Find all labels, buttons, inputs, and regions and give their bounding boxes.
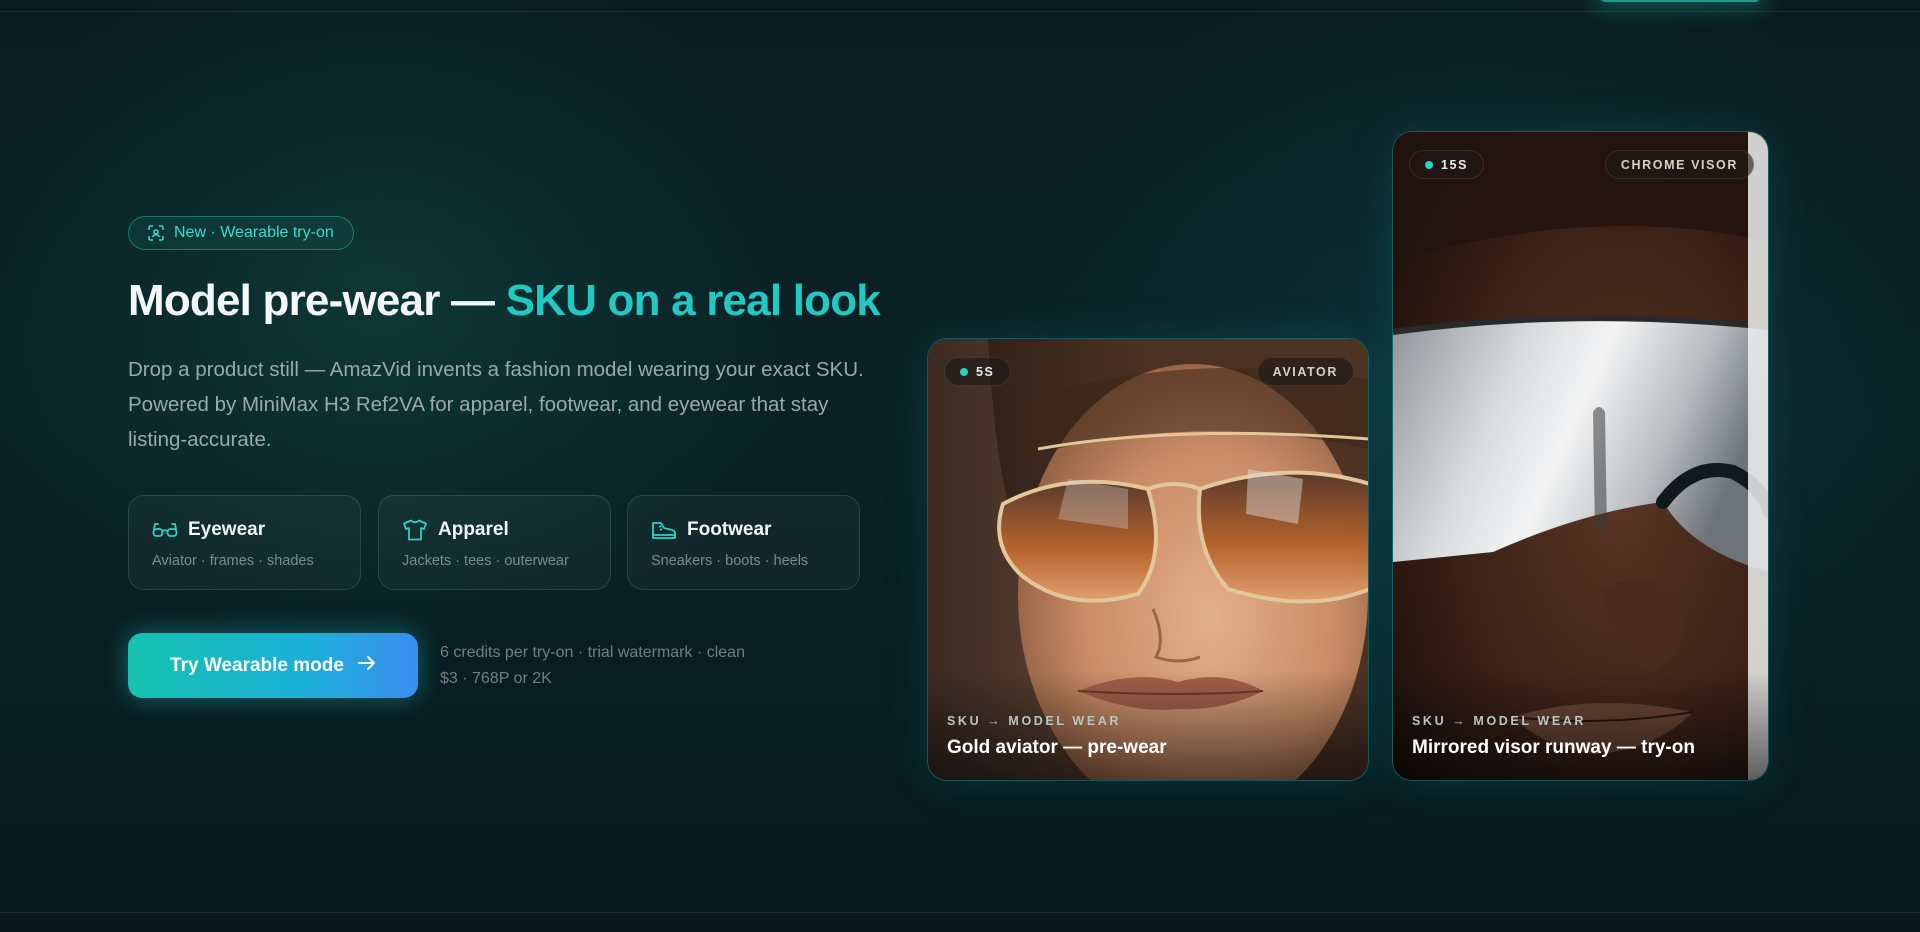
category-card-eyewear[interactable]: Eyewear Aviator · frames · shades: [128, 495, 361, 590]
duration-chip: 15S: [1409, 150, 1485, 179]
category-subtitle: Jackets · tees · outerwear: [402, 553, 569, 569]
arrow-right-icon: [357, 655, 376, 677]
category-subtitle: Sneakers · boots · heels: [651, 553, 809, 569]
scan-icon: [148, 225, 164, 241]
cta-pricing-note: 6 credits per try-on · trial watermark ·…: [440, 644, 745, 687]
hero-title-accent: SKU on a real look: [505, 276, 881, 325]
badge-label: New · Wearable try-on: [174, 224, 334, 241]
category-card-footwear[interactable]: Footwear Sneakers · boots · heels: [627, 495, 860, 590]
card-kicker: SKU → MODEL WEAR: [947, 714, 1122, 728]
cta-label: Try Wearable mode: [170, 654, 344, 676]
glasses-icon: [152, 518, 178, 542]
header-divider: [0, 11, 1920, 12]
category-subtitle: Aviator · frames · shades: [152, 553, 314, 569]
try-wearable-mode-button[interactable]: Try Wearable mode: [128, 633, 418, 698]
card-kicker: SKU → MODEL WEAR: [1412, 714, 1587, 728]
style-tag-chip: CHROME VISOR: [1604, 150, 1754, 179]
style-tag-chip: AVIATOR: [1256, 357, 1354, 386]
category-card-apparel[interactable]: Apparel Jackets · tees · outerwear: [378, 495, 611, 590]
tshirt-icon: [402, 518, 428, 542]
hero-title-main: Model pre-wear —: [128, 276, 506, 325]
new-feature-badge[interactable]: New · Wearable try-on: [128, 216, 354, 250]
footer-divider: [0, 912, 1920, 932]
hero-description: Drop a product still — AmazVid invents a…: [128, 358, 864, 451]
hero-title: Model pre-wear — SKU on a real look: [128, 276, 881, 326]
duration-label: 5S: [976, 364, 995, 379]
card-title: Mirrored visor runway — try-on: [1412, 737, 1695, 758]
status-dot: [1425, 160, 1433, 169]
duration-chip: 5S: [944, 357, 1011, 386]
duration-label: 15S: [1441, 157, 1469, 172]
category-name: Footwear: [687, 519, 772, 540]
sneaker-icon: [651, 518, 677, 542]
card-title: Gold aviator — pre-wear: [947, 737, 1167, 758]
header-glow: [1600, 0, 1760, 2]
showcase-card-aviator[interactable]: 5S AVIATOR SKU → MODEL WEAR Gold aviator…: [927, 338, 1369, 781]
status-dot: [960, 367, 968, 376]
category-name: Eyewear: [188, 519, 266, 540]
showcase-card-visor[interactable]: 15S CHROME VISOR SKU → MODEL WEAR Mirror…: [1392, 131, 1769, 781]
category-name: Apparel: [438, 519, 509, 540]
